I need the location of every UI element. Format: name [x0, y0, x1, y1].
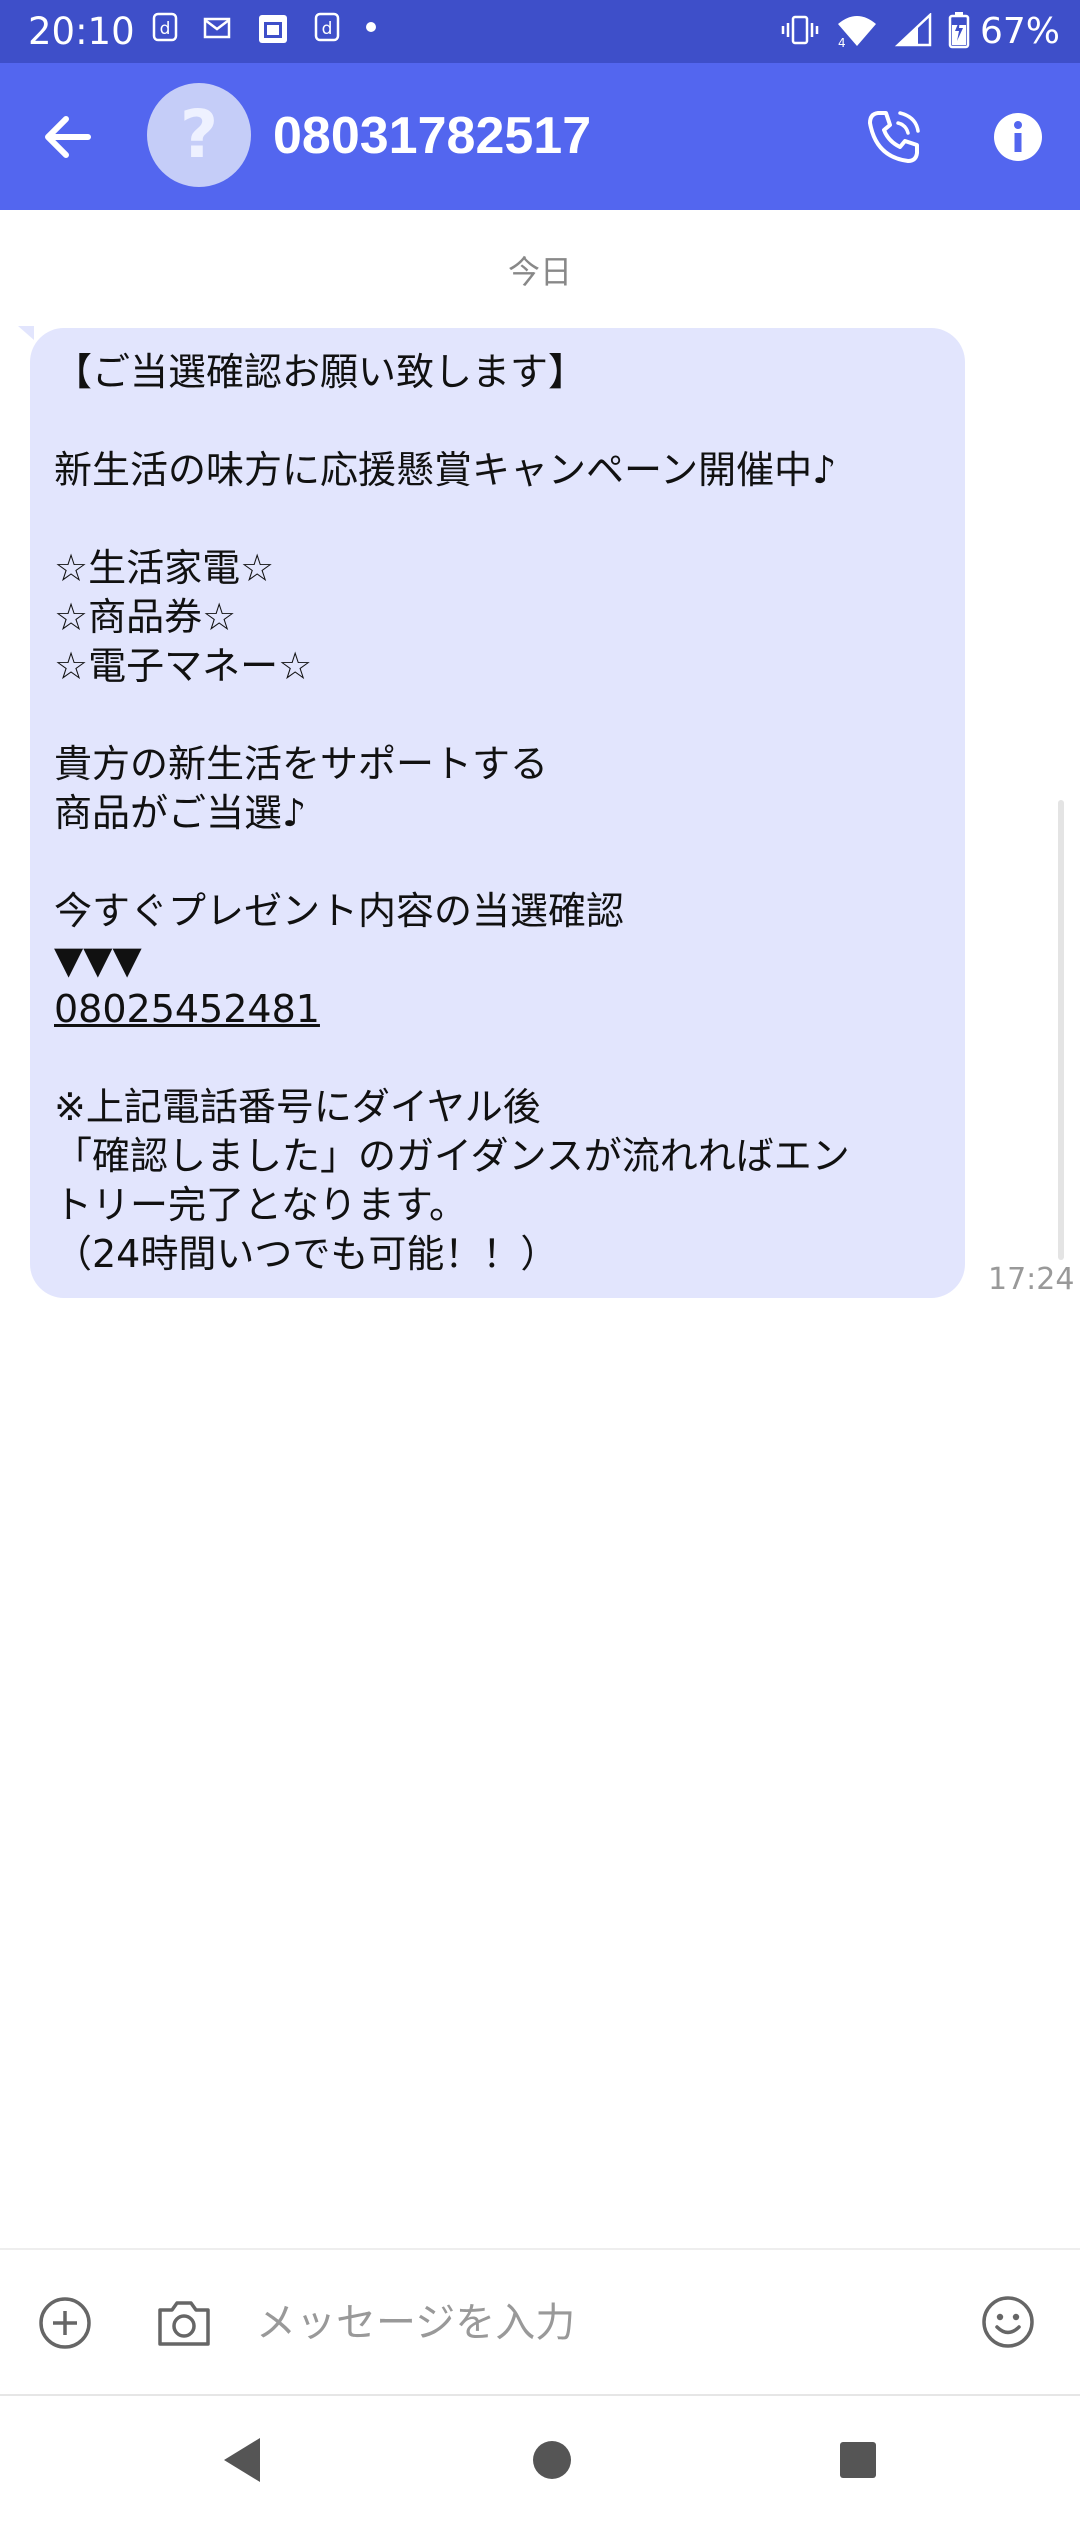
- circle-home-icon: [533, 2441, 571, 2479]
- composer-divider: [0, 2248, 1080, 2250]
- message-bubble[interactable]: 【ご当選確認お願い致します】 新生活の味方に応援懸賞キャンペーン開催中♪ ☆生活…: [30, 328, 965, 1298]
- message-line: ☆電子マネー☆: [54, 644, 313, 688]
- message-line: [54, 838, 941, 887]
- message-line: [54, 1034, 941, 1083]
- message-line: [54, 495, 941, 544]
- date-divider: 今日: [507, 253, 572, 291]
- status-time: 20:10: [28, 10, 135, 53]
- battery-icon: [948, 11, 970, 53]
- phone-icon: [868, 111, 920, 163]
- scrollbar[interactable]: [1058, 800, 1064, 1260]
- phone-number-link[interactable]: 08025452481: [54, 985, 941, 1034]
- camera-icon: [158, 2301, 210, 2346]
- message-line: トリー完了となります。: [54, 1183, 468, 1227]
- smiley-icon: [982, 2296, 1034, 2348]
- plus-circle-icon: [39, 2297, 91, 2349]
- add-attachment-button[interactable]: [36, 2294, 94, 2352]
- arrow-left-icon: [45, 116, 91, 158]
- battery-percent: 67%: [979, 11, 1060, 52]
- info-icon: [994, 113, 1042, 161]
- message-line: 新生活の味方に応援懸賞キャンペーン開催中♪: [54, 448, 837, 492]
- vibrate-icon: [780, 14, 820, 50]
- calendar-icon: [256, 12, 290, 48]
- message-line: 今すぐプレゼント内容の当選確認: [54, 889, 625, 933]
- camera-button[interactable]: [154, 2294, 214, 2352]
- mail-icon: [202, 12, 232, 48]
- nav-back-button[interactable]: [218, 2434, 266, 2486]
- info-button[interactable]: [986, 105, 1050, 169]
- network-badge: 4: [838, 36, 846, 48]
- bubble-tail: [18, 326, 34, 340]
- message-line: ※上記電話番号にダイヤル後: [54, 1085, 541, 1129]
- app-bar: ? 08031782517: [0, 63, 1080, 210]
- triangle-back-icon: [224, 2438, 260, 2482]
- docomo-icon: d: [314, 12, 340, 48]
- contact-title: 08031782517: [273, 107, 592, 165]
- message-line: 貴方の新生活をサポートする: [54, 742, 549, 786]
- message-line: ▼▼▼: [54, 938, 142, 982]
- signal-icon: [894, 12, 934, 51]
- avatar[interactable]: ?: [147, 83, 251, 187]
- nav-home-button[interactable]: [530, 2438, 574, 2482]
- message-timestamp: 17:24: [988, 1262, 1075, 1297]
- square-recents-icon: [840, 2442, 876, 2478]
- message-line: ☆商品券☆: [54, 595, 237, 639]
- message-line: 「確認しました」のガイダンスが流れればエン: [54, 1134, 850, 1178]
- dot-icon: [364, 12, 378, 48]
- nav-recents-button[interactable]: [838, 2440, 878, 2480]
- wifi-icon: 4: [834, 12, 880, 52]
- message-line: 商品がご当選♪: [54, 791, 307, 835]
- message-line: [54, 691, 941, 740]
- notification-icons: d d: [152, 12, 402, 48]
- message-line: [54, 397, 941, 446]
- message-line: （24時間いつでも可能！！）: [54, 1232, 559, 1276]
- call-button[interactable]: [862, 105, 926, 169]
- back-button[interactable]: [38, 107, 98, 167]
- docomo-icon: d: [152, 12, 178, 48]
- emoji-button[interactable]: [978, 2292, 1038, 2352]
- svg-text:d: d: [160, 19, 171, 39]
- message-line: 【ご当選確認お願い致します】: [54, 350, 587, 394]
- message-line: ☆生活家電☆: [54, 546, 275, 590]
- svg-text:d: d: [322, 19, 333, 39]
- navigation-bar: [0, 2394, 1080, 2522]
- status-bar: 20:10 d d 4 67%: [0, 0, 1080, 63]
- status-right: 4 67%: [766, 8, 1060, 56]
- message-input[interactable]: [256, 2288, 956, 2358]
